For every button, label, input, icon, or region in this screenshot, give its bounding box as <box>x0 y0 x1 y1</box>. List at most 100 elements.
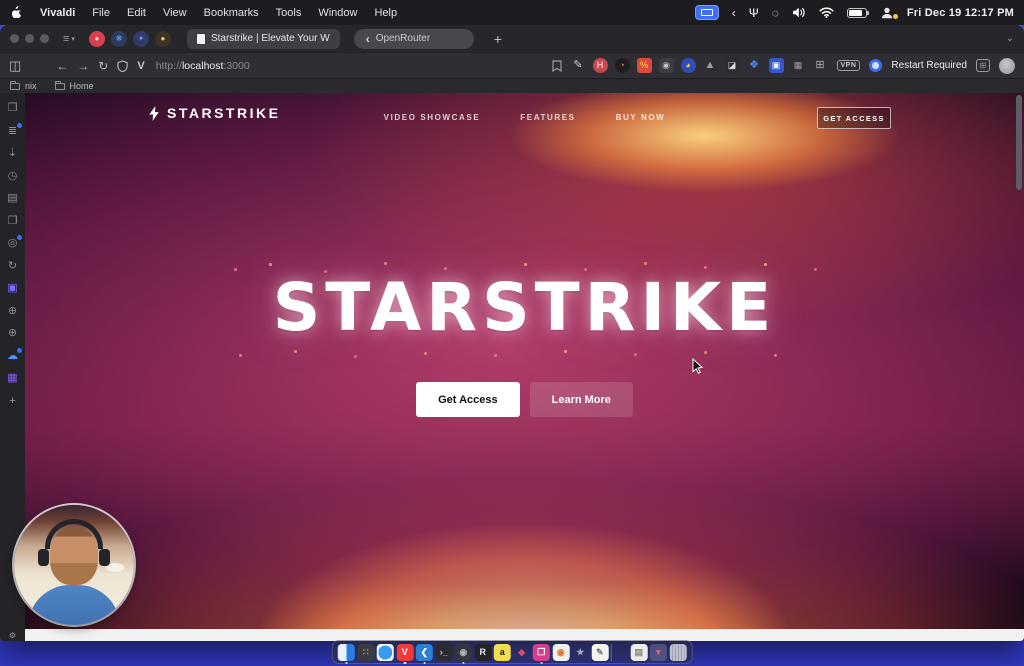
running-indicator <box>462 661 465 664</box>
dock-safari[interactable] <box>376 643 394 661</box>
dock-arc[interactable]: a <box>493 643 511 661</box>
dock-terminal[interactable]: ›_ <box>435 643 453 661</box>
tab-starstrike[interactable]: Starstrike | Elevate Your W <box>186 28 340 49</box>
sync-spinner-icon[interactable] <box>869 59 883 72</box>
menu-tools[interactable]: Tools <box>276 7 302 19</box>
mouse-cursor <box>692 357 704 379</box>
webpanel-globe2-icon[interactable]: ⊕ <box>6 327 19 340</box>
red-h-extension-icon[interactable]: H <box>592 58 608 73</box>
reading-list-panel-icon[interactable]: ≣ <box>6 122 22 138</box>
add-panel-icon[interactable]: + <box>6 395 19 408</box>
input-source-icon[interactable]: Ψ <box>749 7 759 19</box>
nav-video-showcase[interactable]: VIDEO SHOWCASE <box>384 113 481 122</box>
downloads-panel-icon[interactable]: ⇣ <box>6 147 19 160</box>
dock-vivaldi[interactable]: V <box>396 643 414 661</box>
vivaldi-reader-icon[interactable]: V <box>137 60 144 72</box>
pinned-tab-gold-favicon[interactable]: ● <box>154 30 171 47</box>
tab-openrouter[interactable]: ‹ OpenRouter <box>353 28 474 49</box>
percent-extension-icon[interactable]: % <box>636 58 652 73</box>
control-center-icon[interactable]: ◌ <box>772 7 779 19</box>
webpanel-grid-icon[interactable]: ▦ <box>6 372 19 385</box>
url-scheme: http:// <box>155 59 182 72</box>
dock-finder[interactable] <box>337 643 355 661</box>
dock-launchpad[interactable]: ∷ <box>357 643 375 661</box>
dock-separator[interactable] <box>610 643 612 661</box>
sync-panel-icon[interactable]: ↻ <box>6 260 19 273</box>
volume-icon[interactable] <box>792 7 806 18</box>
reload-button[interactable]: ↻ <box>98 60 108 72</box>
trash-tabs-icon[interactable]: ⌄ <box>1006 33 1014 44</box>
pinned-tab-butterfly-favicon[interactable]: ❋ <box>110 30 127 47</box>
back-button[interactable]: ← <box>56 60 68 72</box>
pinned-tab-indigo-favicon[interactable]: ✦ <box>132 30 149 47</box>
checker-extension-icon[interactable]: ▦ <box>790 58 806 73</box>
settings-gear-button[interactable]: ⚙ <box>0 629 25 641</box>
screen-recording-icon[interactable] <box>694 5 719 20</box>
camera-extension-icon[interactable]: ◉ <box>658 58 674 73</box>
orange-disc-extension-icon[interactable]: ◔ <box>614 58 630 73</box>
menu-help[interactable]: Help <box>374 7 397 19</box>
get-access-button[interactable]: Get Access <box>416 382 520 417</box>
puzzle-extension-icon[interactable]: ⊞ <box>813 58 828 73</box>
dock-trash[interactable] <box>669 643 687 661</box>
pencil-extension-icon[interactable]: ✎ <box>571 58 586 73</box>
tab-stack-button[interactable]: ≡ ▾ <box>63 33 75 45</box>
dock-color-app[interactable]: ◆ <box>513 644 530 661</box>
history-panel-icon[interactable]: ◷ <box>6 170 19 183</box>
menu-window[interactable]: Window <box>318 7 357 19</box>
nav-buy-now[interactable]: BUY NOW <box>616 113 666 122</box>
chevron-left-icon[interactable]: ‹ <box>732 7 736 19</box>
wifi-icon[interactable] <box>819 7 834 18</box>
url-field[interactable]: http:// localhost :3000 <box>156 60 543 72</box>
compass-extension-icon[interactable]: ❖ <box>747 58 762 73</box>
image-extension-icon[interactable]: ◪ <box>724 58 740 73</box>
dock-paint[interactable]: ◉ <box>552 643 570 661</box>
pinned-tab-red-favicon[interactable]: ● <box>88 30 105 47</box>
dock: ∷ V ❮ ›_ ◉ R a ◆ ❒ ◉ ★ ✎ ▤ ▾ <box>331 640 693 664</box>
new-tab-button[interactable]: + <box>494 31 502 47</box>
dock-notes[interactable]: ✎ <box>591 643 609 661</box>
webpanel-cloud-icon[interactable]: ☁ <box>6 347 22 363</box>
bookmark-folder-nix[interactable]: nix <box>10 80 37 91</box>
dock-star[interactable]: ★ <box>572 644 589 661</box>
lock-extension-icon[interactable]: ▣ <box>768 58 784 73</box>
dock-vscode[interactable]: ❮ <box>415 643 433 661</box>
blue-yellow-extension-icon[interactable]: ◕ <box>680 58 696 73</box>
learn-more-button[interactable]: Learn More <box>529 382 633 417</box>
shield-icon[interactable] <box>117 59 128 72</box>
windows-panel-icon[interactable]: ❐ <box>6 215 19 228</box>
dock-r-app[interactable]: R <box>474 643 492 661</box>
webpanel-purple-icon[interactable]: ▣ <box>6 282 19 295</box>
dock-stack[interactable]: ▾ <box>649 643 667 661</box>
dock-book[interactable]: ❒ <box>532 643 550 661</box>
notes-panel-icon[interactable]: ▤ <box>6 192 19 205</box>
webpanel-globe-icon[interactable]: ⊕ <box>6 305 19 318</box>
workspace-grid-icon[interactable]: ⊞ <box>976 59 990 72</box>
forward-button[interactable]: → <box>77 60 89 72</box>
nav-features[interactable]: FEATURES <box>520 113 575 122</box>
dock-obs[interactable]: ◉ <box>454 643 472 661</box>
window-controls[interactable] <box>10 34 49 43</box>
menu-clock[interactable]: Fri Dec 19 12:17 PM <box>907 7 1014 19</box>
tasks-panel-icon[interactable]: ◎ <box>6 235 22 250</box>
menu-app-name[interactable]: Vivaldi <box>40 7 75 19</box>
menu-view[interactable]: View <box>163 7 187 19</box>
cloud-extension-icon[interactable]: ▲ <box>703 58 718 73</box>
vpn-badge[interactable]: VPN <box>836 60 861 71</box>
tab-title: OpenRouter <box>375 33 431 44</box>
menu-file[interactable]: File <box>92 7 110 19</box>
menu-edit[interactable]: Edit <box>127 7 146 19</box>
bookmark-folder-home[interactable]: Home <box>54 80 94 91</box>
bookmarks-panel-icon[interactable]: ❒ <box>6 102 19 115</box>
panel-toggle-icon[interactable]: ◫ <box>9 59 21 72</box>
menu-bookmarks[interactable]: Bookmarks <box>204 7 259 19</box>
restart-required-label[interactable]: Restart Required <box>891 60 967 71</box>
battery-icon[interactable] <box>846 7 869 18</box>
bookmark-page-icon[interactable] <box>551 59 562 72</box>
apple-icon[interactable] <box>10 5 23 20</box>
header-get-access-button[interactable]: GET ACCESS <box>817 107 891 129</box>
profile-avatar[interactable] <box>999 57 1015 74</box>
account-icon[interactable] <box>880 6 898 20</box>
dock-document[interactable]: ▤ <box>630 643 648 661</box>
page-scrollbar[interactable] <box>1016 95 1022 190</box>
